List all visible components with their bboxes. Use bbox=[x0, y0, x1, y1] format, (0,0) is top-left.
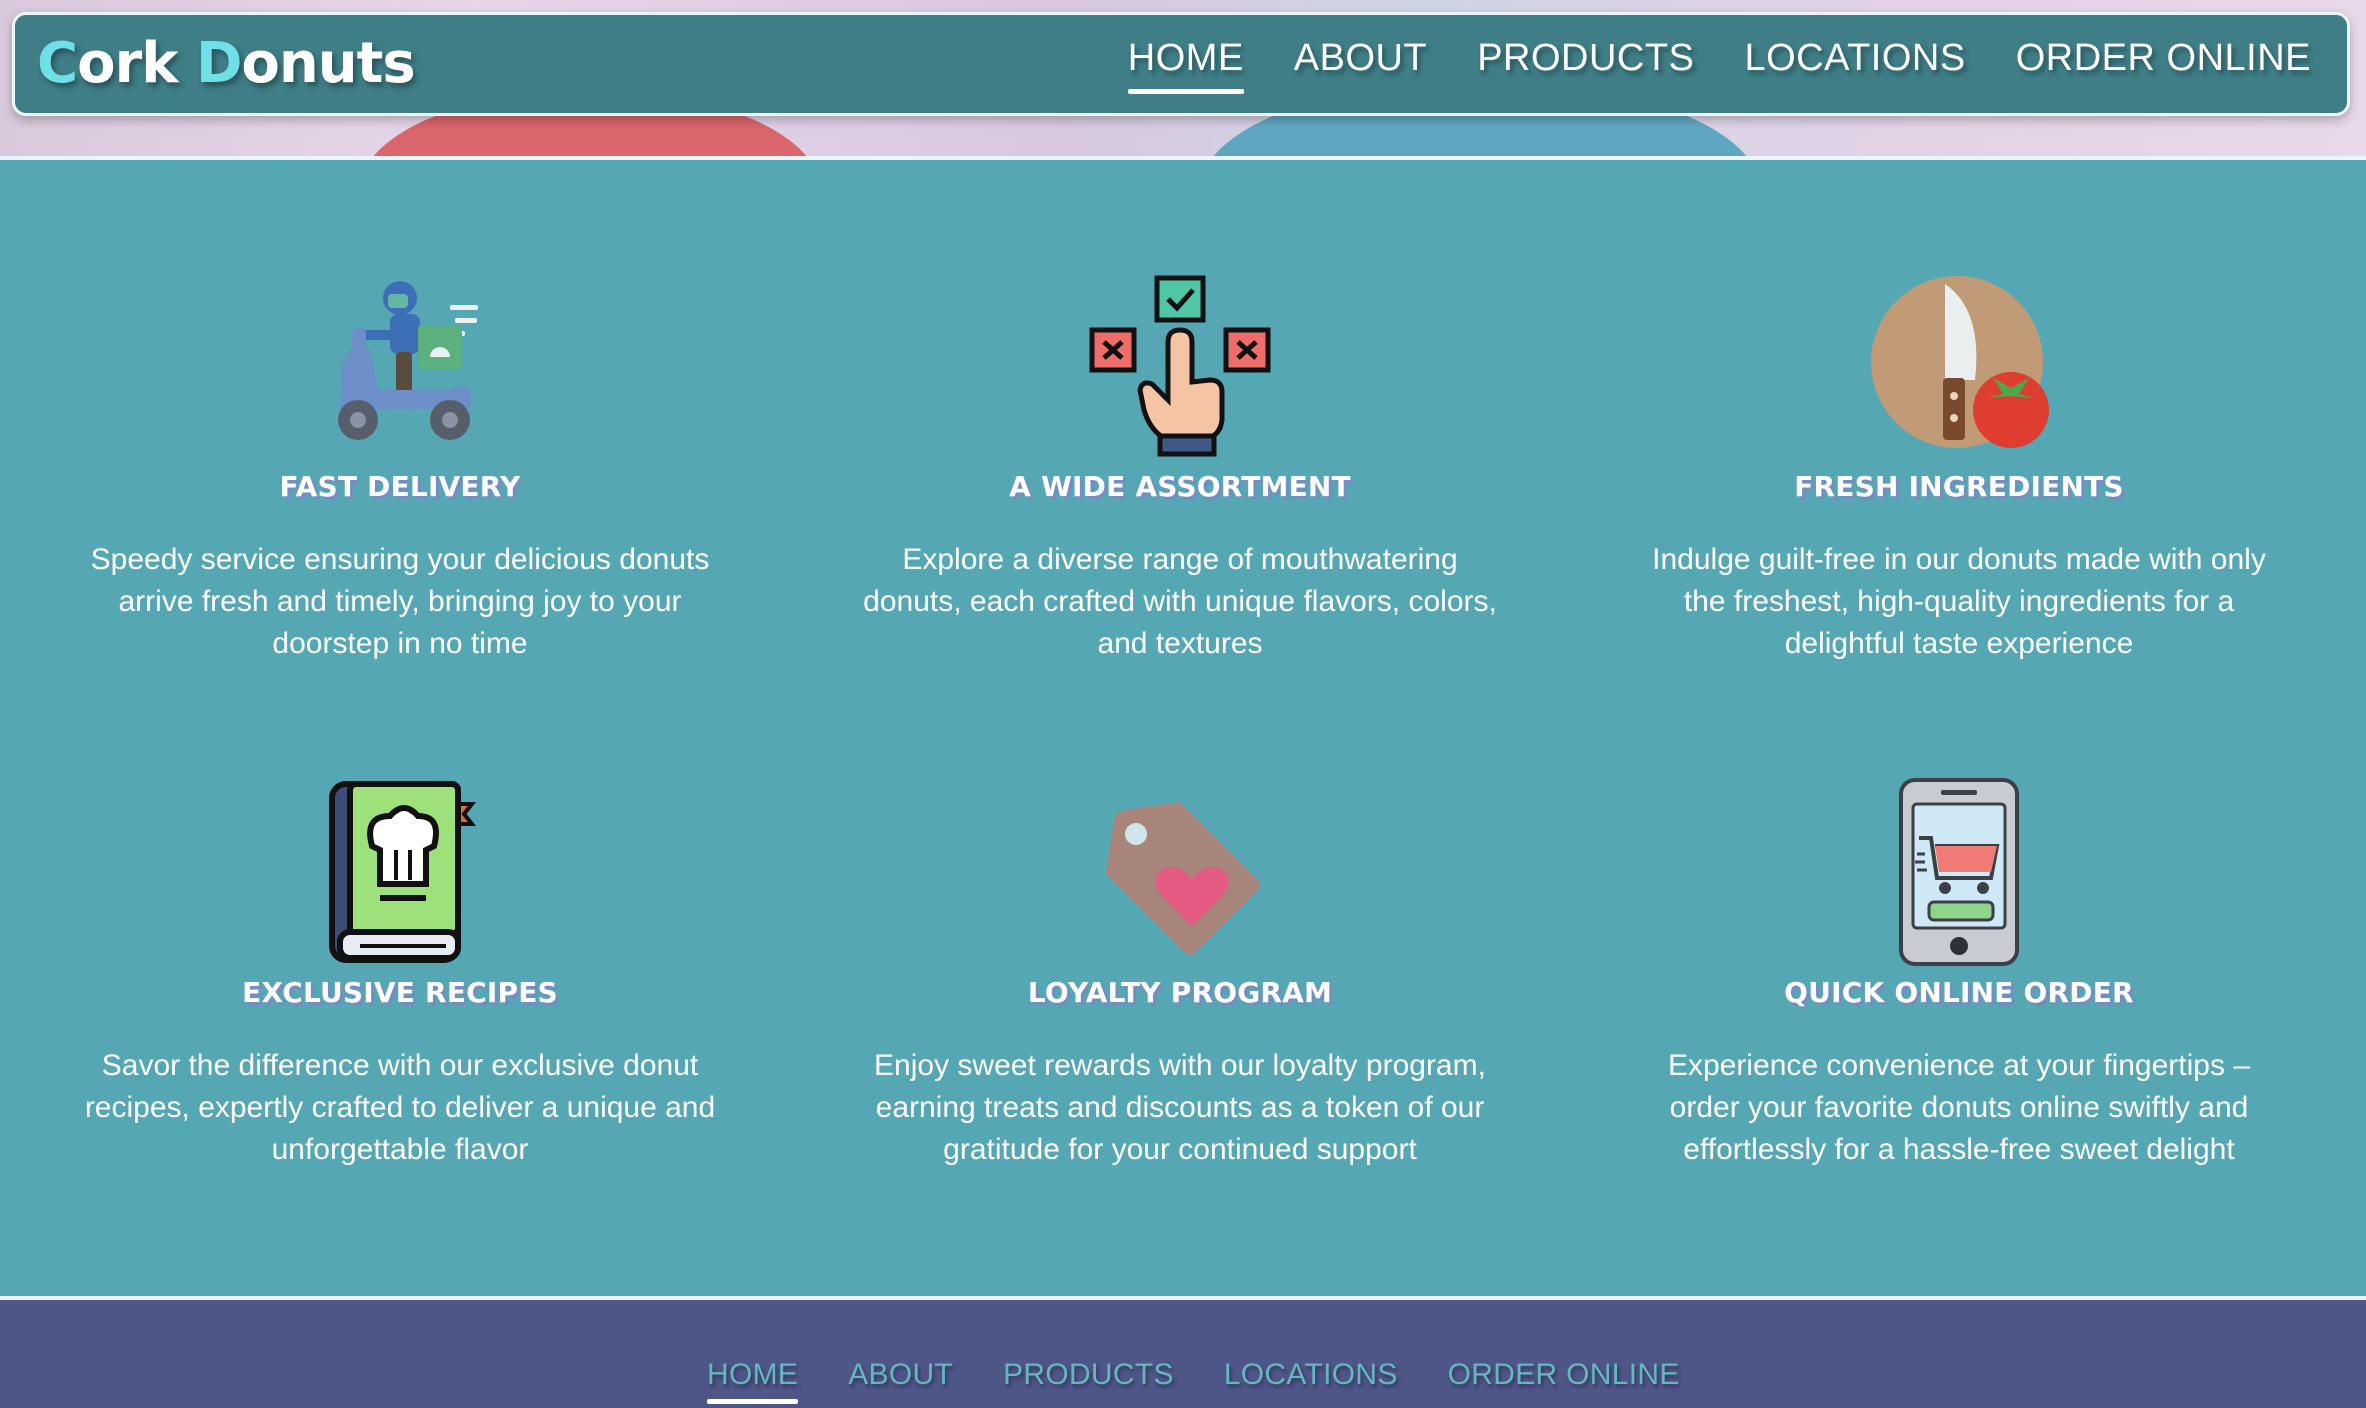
nav-products[interactable]: PRODUCTS bbox=[1477, 37, 1694, 92]
features-section: FAST DELIVERY Speedy service ensuring yo… bbox=[0, 160, 2366, 1296]
nav-order-online[interactable]: ORDER ONLINE bbox=[2016, 37, 2311, 92]
feature-description: Indulge guilt-free in our donuts made wi… bbox=[1652, 543, 2266, 660]
site-footer: HOME ABOUT PRODUCTS LOCATIONS ORDER ONLI… bbox=[0, 1296, 2366, 1408]
feature-title: A WIDE ASSORTMENT bbox=[1009, 470, 1351, 503]
choice-hand-icon bbox=[1089, 275, 1271, 457]
feature-fresh-ingredients: FRESH INGREDIENTS Indulge guilt-free in … bbox=[1609, 270, 2309, 665]
logo-initial-d: D bbox=[195, 31, 242, 96]
knife-tomato-icon bbox=[1871, 276, 2049, 448]
feature-exclusive-recipes: EXCLUSIVE RECIPES Savor the difference w… bbox=[50, 776, 750, 1171]
feature-loyalty-program: LOYALTY PROGRAM Enjoy sweet rewards with… bbox=[830, 776, 1530, 1171]
feature-quick-online-order: QUICK ONLINE ORDER Experience convenienc… bbox=[1609, 776, 2309, 1171]
logo-initial-c: C bbox=[37, 31, 78, 96]
footer-nav-products[interactable]: PRODUCTS bbox=[1003, 1358, 1174, 1400]
brand-logo[interactable]: Cork Donuts bbox=[37, 31, 416, 96]
feature-fast-delivery: FAST DELIVERY Speedy service ensuring yo… bbox=[50, 270, 750, 665]
logo-text-ork: ork bbox=[77, 31, 196, 96]
feature-wide-assortment: A WIDE ASSORTMENT Explore a diverse rang… bbox=[830, 270, 1530, 665]
feature-description: Savor the difference with our exclusive … bbox=[84, 1049, 716, 1166]
recipe-book-icon bbox=[329, 781, 477, 963]
phone-cart-icon bbox=[1899, 778, 2019, 966]
feature-title: FAST DELIVERY bbox=[279, 470, 521, 503]
nav-home[interactable]: HOME bbox=[1127, 37, 1244, 94]
heart-tag-icon bbox=[1106, 802, 1260, 955]
feature-description: Explore a diverse range of mouthwatering… bbox=[863, 543, 1497, 660]
feature-description: Experience convenience at your fingertip… bbox=[1667, 1049, 2250, 1166]
footer-nav-home[interactable]: HOME bbox=[707, 1358, 799, 1404]
feature-title: FRESH INGREDIENTS bbox=[1794, 470, 2124, 503]
footer-nav-locations[interactable]: LOCATIONS bbox=[1224, 1358, 1398, 1400]
footer-nav: HOME ABOUT PRODUCTS LOCATIONS ORDER ONLI… bbox=[707, 1358, 1680, 1404]
feature-title: QUICK ONLINE ORDER bbox=[1784, 976, 2134, 1009]
feature-title: EXCLUSIVE RECIPES bbox=[242, 976, 558, 1009]
feature-description: Enjoy sweet rewards with our loyalty pro… bbox=[874, 1049, 1486, 1166]
site-header: Cork Donuts HOME ABOUT PRODUCTS LOCATION… bbox=[12, 12, 2350, 116]
delivery-scooter-icon bbox=[338, 281, 478, 440]
footer-nav-about[interactable]: ABOUT bbox=[848, 1358, 953, 1400]
logo-text-onuts: onuts bbox=[241, 31, 415, 96]
nav-about[interactable]: ABOUT bbox=[1294, 37, 1427, 92]
nav-locations[interactable]: LOCATIONS bbox=[1744, 37, 1965, 92]
feature-title: LOYALTY PROGRAM bbox=[1027, 976, 1333, 1009]
feature-description: Speedy service ensuring your delicious d… bbox=[90, 543, 710, 660]
footer-nav-order-online[interactable]: ORDER ONLINE bbox=[1448, 1358, 1680, 1400]
main-nav: HOME ABOUT PRODUCTS LOCATIONS ORDER ONLI… bbox=[1127, 37, 2311, 94]
